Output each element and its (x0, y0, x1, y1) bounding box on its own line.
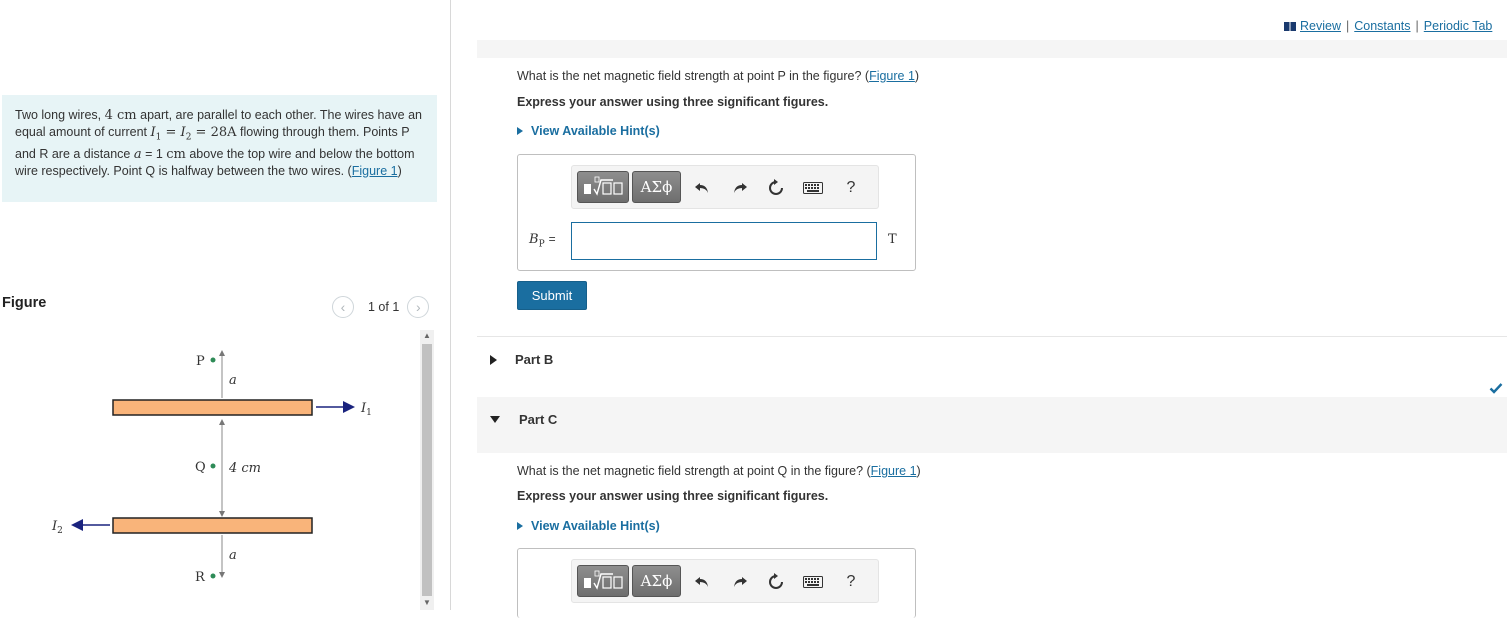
part-a-hint-toggle[interactable]: View Available Hint(s) (517, 124, 660, 138)
caret-right-icon (517, 127, 523, 135)
figure-link[interactable]: Figure 1 (869, 69, 915, 83)
greek-symbols-button[interactable]: ΑΣϕ (632, 171, 681, 203)
reset-icon[interactable] (765, 571, 787, 593)
templates-button[interactable] (577, 171, 629, 203)
next-figure-button[interactable]: › (407, 296, 430, 318)
checkmark-icon (1489, 383, 1503, 394)
submit-button[interactable]: Submit (517, 281, 587, 310)
chevron-right-icon: › (415, 299, 421, 315)
part-c-answer-box: ΑΣϕ ? (517, 548, 916, 618)
problem-text: Two long wires, (15, 108, 105, 122)
column-divider (450, 0, 451, 610)
current-i1: I1 (150, 125, 162, 143)
undo-icon[interactable] (691, 177, 713, 199)
prev-figure-button[interactable]: ‹ (332, 296, 354, 318)
math-templates-icon (584, 570, 623, 590)
part-c-label: Part C (519, 412, 558, 427)
part-a-instruction: Express your answer using three signific… (517, 95, 829, 109)
label-p: P (196, 354, 205, 369)
caret-right-icon (517, 522, 523, 530)
problem-text: ) (397, 163, 402, 178)
math-toolbar: ΑΣϕ ? (571, 559, 879, 603)
figure-count: 1 of 1 (368, 300, 400, 314)
part-a-header-bar (477, 40, 1507, 58)
part-c-instruction: Express your answer using three signific… (517, 489, 829, 503)
label-a-bottom: a (229, 548, 237, 563)
keyboard-icon[interactable] (802, 571, 824, 593)
point-r-dot (210, 573, 216, 579)
label-q: Q (195, 460, 206, 475)
link-separator: | (1346, 19, 1350, 33)
figure-canvas: P Q R a a 4 cm I1 I2 (0, 330, 420, 610)
label-a-top: a (229, 373, 237, 388)
figure-link[interactable]: Figure 1 (352, 164, 398, 178)
periodic-table-link[interactable]: Periodic Tab (1424, 19, 1493, 33)
book-icon (1284, 22, 1296, 31)
figure-pager: ‹ 1 of 1 › (332, 295, 430, 319)
part-b-label: Part B (515, 352, 554, 367)
hint-label: View Available Hint(s) (531, 124, 660, 138)
templates-button[interactable] (577, 565, 629, 597)
part-b-header[interactable]: Part B (490, 352, 553, 367)
constants-link[interactable]: Constants (1354, 19, 1410, 33)
part-c-question: What is the net magnetic field strength … (517, 464, 921, 478)
current-i2: I2 (180, 125, 192, 143)
unit-cm: cm (166, 146, 186, 162)
undo-icon[interactable] (691, 571, 713, 593)
math-toolbar: ΑΣϕ ? (571, 165, 879, 209)
distance-value: 4 cm (104, 108, 137, 123)
wire-diagram: P Q R a a 4 cm I1 I2 (51, 350, 372, 585)
math-templates-icon (584, 176, 623, 196)
point-p-dot (210, 357, 216, 363)
scroll-up-icon[interactable]: ▲ (423, 331, 431, 340)
answer-input[interactable] (571, 222, 877, 260)
link-separator: | (1415, 19, 1419, 33)
label-i1: I1 (360, 401, 372, 418)
top-wire (112, 399, 313, 416)
review-link[interactable]: Review (1300, 19, 1341, 33)
left-panel: Two long wires, 4 cm apart, are parallel… (0, 0, 450, 610)
greek-symbols-button[interactable]: ΑΣϕ (632, 565, 681, 597)
figure-title: Figure (2, 295, 47, 311)
redo-icon[interactable] (729, 177, 751, 199)
part-c-header[interactable]: Part C (490, 412, 557, 427)
equals-sign: = (161, 125, 181, 140)
bottom-wire (112, 517, 313, 534)
label-distance: 4 cm (228, 461, 261, 476)
caret-right-icon (490, 354, 497, 365)
redo-icon[interactable] (729, 571, 751, 593)
scrollbar-thumb[interactable] (422, 344, 432, 596)
top-links: Review | Constants | Periodic Tab (1284, 19, 1492, 33)
distance-a: a (133, 146, 142, 162)
figure-scrollbar[interactable]: ▲ ▼ (420, 330, 434, 610)
answer-unit: T (888, 232, 897, 247)
answer-variable-label: BP = (529, 232, 556, 250)
problem-text: = 1 (141, 146, 167, 161)
help-button[interactable]: ? (840, 571, 862, 593)
caret-down-icon (490, 416, 500, 423)
equals-sign: = (191, 125, 211, 140)
label-i2: I2 (51, 519, 63, 536)
chevron-left-icon: ‹ (340, 299, 346, 315)
figure-link[interactable]: Figure 1 (871, 464, 917, 478)
point-q-dot (210, 463, 216, 469)
problem-statement: Two long wires, 4 cm apart, are parallel… (2, 95, 437, 202)
reset-icon[interactable] (765, 177, 787, 199)
current-value: 28A (210, 125, 237, 140)
keyboard-icon[interactable] (802, 177, 824, 199)
hint-label: View Available Hint(s) (531, 519, 660, 533)
help-button[interactable]: ? (840, 177, 862, 199)
part-a-question: What is the net magnetic field strength … (517, 69, 920, 83)
label-r: R (195, 570, 206, 585)
section-divider (477, 336, 1507, 337)
part-c-header-bar (477, 397, 1507, 453)
part-a-answer-box: ΑΣϕ ? BP = T (517, 154, 916, 271)
scroll-down-icon[interactable]: ▼ (423, 598, 431, 607)
part-c-hint-toggle[interactable]: View Available Hint(s) (517, 519, 660, 533)
